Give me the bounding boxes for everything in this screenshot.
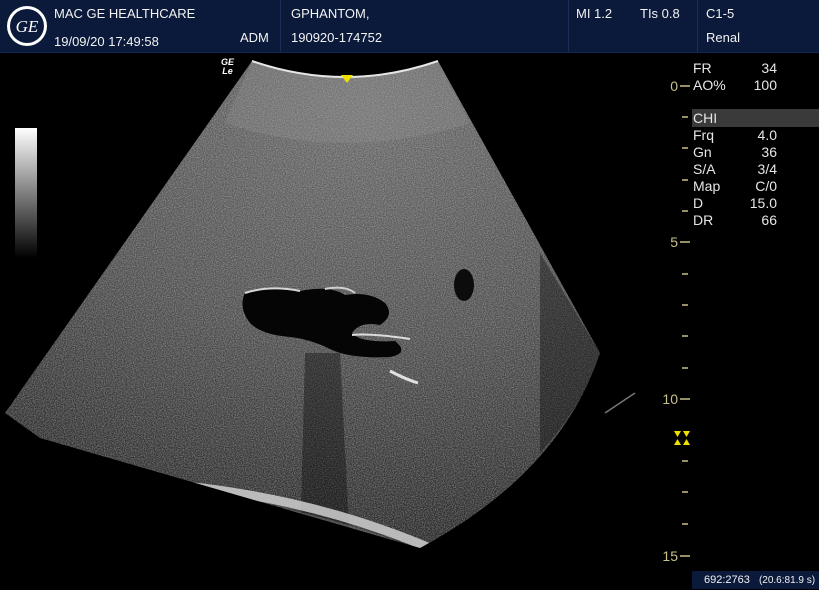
svg-text:GE: GE [16,17,39,36]
mechanical-index: MI 1.2 [576,6,613,21]
depth-mark-5: 5 [670,234,678,250]
grayscale-bar [15,128,37,258]
suppression-averaging-label: S/A [693,161,716,177]
map-label: Map [693,178,721,194]
frame-rate-label: FR [693,60,712,76]
depth-mark-15: 15 [662,548,678,564]
exam-datetime: 19/09/20 17:49:58 [54,34,159,49]
cine-counter: 692:2763 (20.6:81.9 s) [692,571,819,589]
frequency-value: 4.0 [757,127,777,143]
probe-orientation-badge: GE Le [221,58,234,76]
gain-value: 36 [761,144,777,160]
header-bar: GE MAC GE HEALTHCARE 19/09/20 17:49:58 A… [0,0,819,53]
probe-name: C1-5 [706,6,735,21]
imaging-mode: CHI [693,110,718,126]
depth-mark-10: 10 [662,391,678,407]
frame-rate-value: 34 [761,60,777,76]
acoustic-output-label: AO% [693,77,726,93]
header-divider [280,0,281,52]
focus-marker-icon [341,75,353,83]
patient-id: 190920-174752 [291,30,383,45]
institution-name: MAC GE HEALTHCARE [54,6,196,21]
probe-badge-line2: Le [222,66,233,76]
patient-name: GPHANTOM, [291,6,370,21]
cine-frame-counter: 692:2763 [704,574,750,586]
cine-time: (20.6:81.9 s) [758,575,816,586]
acoustic-output-value: 100 [753,77,777,93]
dynamic-range-value: 66 [761,212,777,228]
exam-preset: Renal [706,30,740,45]
header-divider [697,0,698,52]
map-value: C/0 [755,178,777,194]
depth-scale [680,85,690,557]
operator-id: ADM [240,30,269,45]
ge-logo-icon: GE [7,6,47,46]
dynamic-range-label: DR [693,212,714,228]
focal-zone-icon [674,431,690,445]
header-divider [568,0,569,52]
frequency-label: Frq [693,127,714,143]
depth-mark-0: 0 [670,78,678,94]
depth-value: 15.0 [749,195,777,211]
thermal-index: TIs 0.8 [640,6,680,21]
suppression-averaging-value: 3/4 [757,161,777,177]
